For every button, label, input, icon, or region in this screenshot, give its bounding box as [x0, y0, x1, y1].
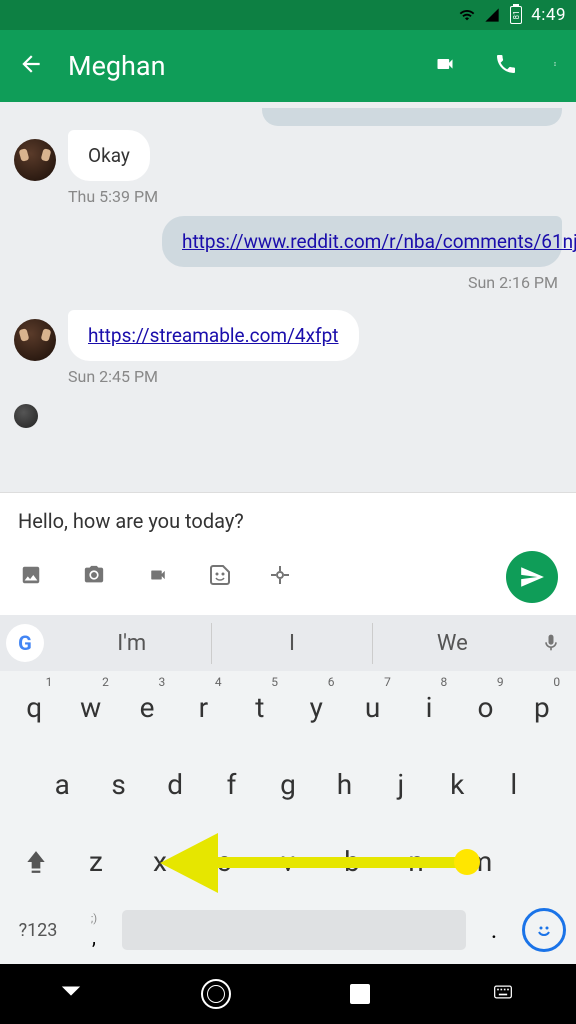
shift-key[interactable]	[8, 831, 64, 892]
key-o[interactable]: 9o	[457, 677, 513, 738]
menu-button[interactable]	[552, 52, 558, 80]
incoming-message[interactable]: https://streamable.com/4xfpt	[68, 310, 359, 361]
nav-home[interactable]	[201, 979, 231, 1009]
partial-message	[262, 108, 562, 126]
space-key[interactable]	[122, 910, 466, 950]
google-icon[interactable]: G	[6, 624, 44, 662]
keyboard: 1q2w3e4r5t6y7u8i9o0p asdfghjkl zxcvbnm ?…	[0, 671, 576, 964]
conversation-area[interactable]: Okay Thu 5:39 PM https://www.reddit.com/…	[0, 102, 576, 492]
key-e[interactable]: 3e	[119, 677, 175, 738]
signal-icon	[483, 7, 501, 23]
key-p[interactable]: 0p	[514, 677, 570, 738]
app-bar: Meghan	[0, 30, 576, 102]
comma-key[interactable]: ;) ,	[74, 912, 114, 949]
contact-avatar[interactable]	[14, 319, 56, 361]
typing-indicator-avatar	[14, 404, 38, 428]
key-u[interactable]: 7u	[344, 677, 400, 738]
key-i[interactable]: 8i	[401, 677, 457, 738]
timestamp: Thu 5:39 PM	[68, 187, 562, 206]
link[interactable]: https://www.reddit.com/r/nba/comments/61…	[182, 230, 576, 253]
suggestion[interactable]: I'm	[52, 623, 212, 664]
navigation-bar	[0, 964, 576, 1024]
mic-icon[interactable]	[532, 630, 570, 656]
nav-back[interactable]	[60, 981, 82, 1007]
back-button[interactable]	[18, 51, 46, 81]
symbols-key[interactable]: ?123	[10, 920, 66, 941]
key-l[interactable]: l	[486, 754, 542, 815]
suggestion[interactable]: I	[212, 623, 372, 664]
timestamp: Sun 2:45 PM	[68, 367, 562, 386]
key-w[interactable]: 2w	[62, 677, 118, 738]
video-call-button[interactable]	[430, 54, 460, 78]
contact-avatar[interactable]	[14, 139, 56, 181]
camera-icon[interactable]	[80, 564, 108, 590]
key-k[interactable]: k	[429, 754, 485, 815]
conversation-title[interactable]: Meghan	[68, 50, 430, 82]
key-j[interactable]: j	[373, 754, 429, 815]
status-bar: 81 4:49	[0, 0, 576, 30]
timestamp: Sun 2:16 PM	[14, 273, 558, 292]
key-f[interactable]: f	[203, 754, 259, 815]
nav-keyboard-icon[interactable]	[489, 982, 517, 1006]
compose-area: Hello, how are you today?	[0, 492, 576, 615]
outgoing-message[interactable]: https://www.reddit.com/r/nba/comments/61…	[162, 216, 562, 267]
key-s[interactable]: s	[90, 754, 146, 815]
key-a[interactable]: a	[34, 754, 90, 815]
location-icon[interactable]	[268, 563, 292, 591]
send-button[interactable]	[506, 551, 558, 603]
emoji-key[interactable]	[522, 908, 566, 952]
nav-recent[interactable]	[350, 984, 370, 1004]
wifi-icon	[457, 7, 477, 23]
key-y[interactable]: 6y	[288, 677, 344, 738]
incoming-message[interactable]: Okay	[68, 130, 150, 181]
backspace-key[interactable]	[512, 831, 568, 892]
link[interactable]: https://streamable.com/4xfpt	[88, 324, 339, 347]
key-g[interactable]: g	[260, 754, 316, 815]
swipe-gesture-arrow	[160, 852, 478, 872]
sticker-icon[interactable]	[208, 563, 232, 591]
message-input[interactable]: Hello, how are you today?	[18, 509, 558, 533]
key-t[interactable]: 5t	[232, 677, 288, 738]
key-r[interactable]: 4r	[175, 677, 231, 738]
period-key[interactable]: .	[474, 916, 514, 944]
video-icon[interactable]	[144, 566, 172, 588]
key-d[interactable]: d	[147, 754, 203, 815]
suggestion[interactable]: We	[373, 623, 532, 664]
suggestion-bar: G I'm I We	[0, 615, 576, 671]
key-q[interactable]: 1q	[6, 677, 62, 738]
clock: 4:49	[531, 5, 566, 25]
key-z[interactable]: z	[64, 831, 128, 892]
key-h[interactable]: h	[316, 754, 372, 815]
gallery-icon[interactable]	[18, 564, 44, 590]
battery-icon: 81	[510, 6, 522, 24]
voice-call-button[interactable]	[494, 52, 518, 80]
